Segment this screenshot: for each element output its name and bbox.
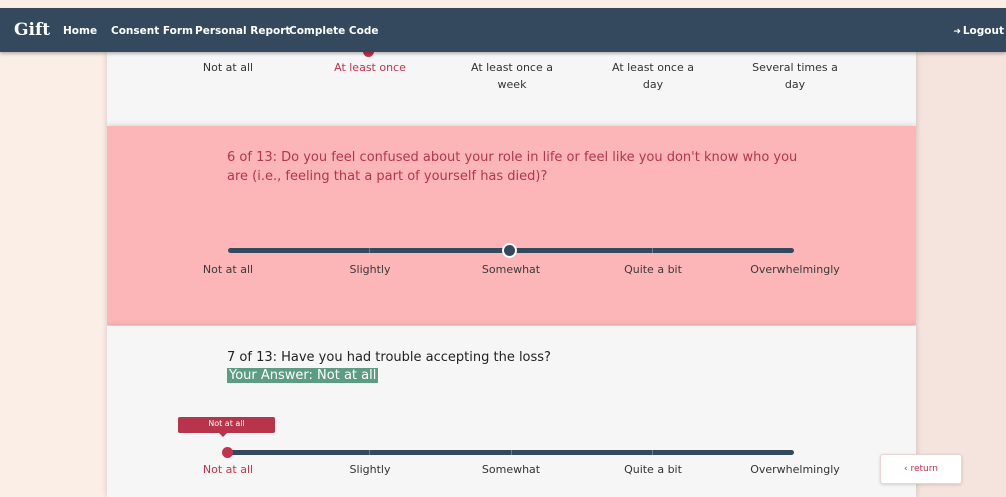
q7-option-not-at-all[interactable]: Not at all xyxy=(168,461,288,478)
question-7-slider-track[interactable] xyxy=(228,450,794,455)
q5-option-at-least-once-a-week[interactable]: At least once a week xyxy=(467,59,557,93)
q6-option-quite-a-bit[interactable]: Quite a bit xyxy=(593,261,713,278)
q5-option-at-least-once[interactable]: At least once xyxy=(310,59,430,76)
your-answer-badge: Your Answer: Not at all xyxy=(227,368,379,383)
nav-personal-report-link[interactable]: Personal Report xyxy=(195,25,290,37)
nav-consent-form-link[interactable]: Consent Form xyxy=(111,25,193,37)
nav-complete-code-link[interactable]: Complete Code xyxy=(289,25,378,37)
background-band xyxy=(916,52,1006,497)
q6-option-not-at-all[interactable]: Not at all xyxy=(168,261,288,278)
q5-option-at-least-once-a-day[interactable]: At least once a day xyxy=(608,59,698,93)
top-navbar: Gift Home Consent Form Personal Report C… xyxy=(0,8,1006,52)
slider-tick xyxy=(369,450,370,455)
q7-option-slightly[interactable]: Slightly xyxy=(310,461,430,478)
slider-tick xyxy=(652,248,653,253)
question-6-slider-handle[interactable] xyxy=(502,243,517,258)
slider-tick xyxy=(652,450,653,455)
slider-tick xyxy=(511,450,512,455)
question-7-slider-handle[interactable] xyxy=(222,447,233,458)
question-6-text: 6 of 13: Do you feel confused about your… xyxy=(227,150,798,184)
question-7-card: 7 of 13: Have you had trouble accepting … xyxy=(107,326,916,497)
nav-home-link[interactable]: Home xyxy=(63,25,97,37)
slider-tick xyxy=(369,248,370,253)
q5-option-not-at-all[interactable]: Not at all xyxy=(168,59,288,76)
q6-option-somewhat[interactable]: Somewhat xyxy=(451,261,571,278)
logout-icon: ➜ xyxy=(953,27,961,37)
return-button[interactable]: ‹ return xyxy=(880,454,962,484)
logout-link[interactable]: ➜ Logout xyxy=(953,25,1004,37)
brand-logo[interactable]: Gift xyxy=(14,20,50,40)
logout-label: Logout xyxy=(962,25,1004,37)
q7-option-overwhelmingly[interactable]: Overwhelmingly xyxy=(735,461,855,478)
q7-option-quite-a-bit[interactable]: Quite a bit xyxy=(593,461,713,478)
chevron-left-icon: ‹ xyxy=(903,464,908,474)
q5-option-several-times-a-day[interactable]: Several times a day xyxy=(750,59,840,93)
slider-value-tooltip: Not at all xyxy=(178,417,275,437)
question-5-card: Not at all At least once At least once a… xyxy=(107,46,916,127)
q6-option-slightly[interactable]: Slightly xyxy=(310,261,430,278)
q6-option-overwhelmingly[interactable]: Overwhelmingly xyxy=(735,261,855,278)
return-label: return xyxy=(910,464,938,474)
question-7-text: 7 of 13: Have you had trouble accepting … xyxy=(227,350,551,365)
q7-option-somewhat[interactable]: Somewhat xyxy=(451,461,571,478)
question-6-card: 6 of 13: Do you feel confused about your… xyxy=(107,126,916,325)
